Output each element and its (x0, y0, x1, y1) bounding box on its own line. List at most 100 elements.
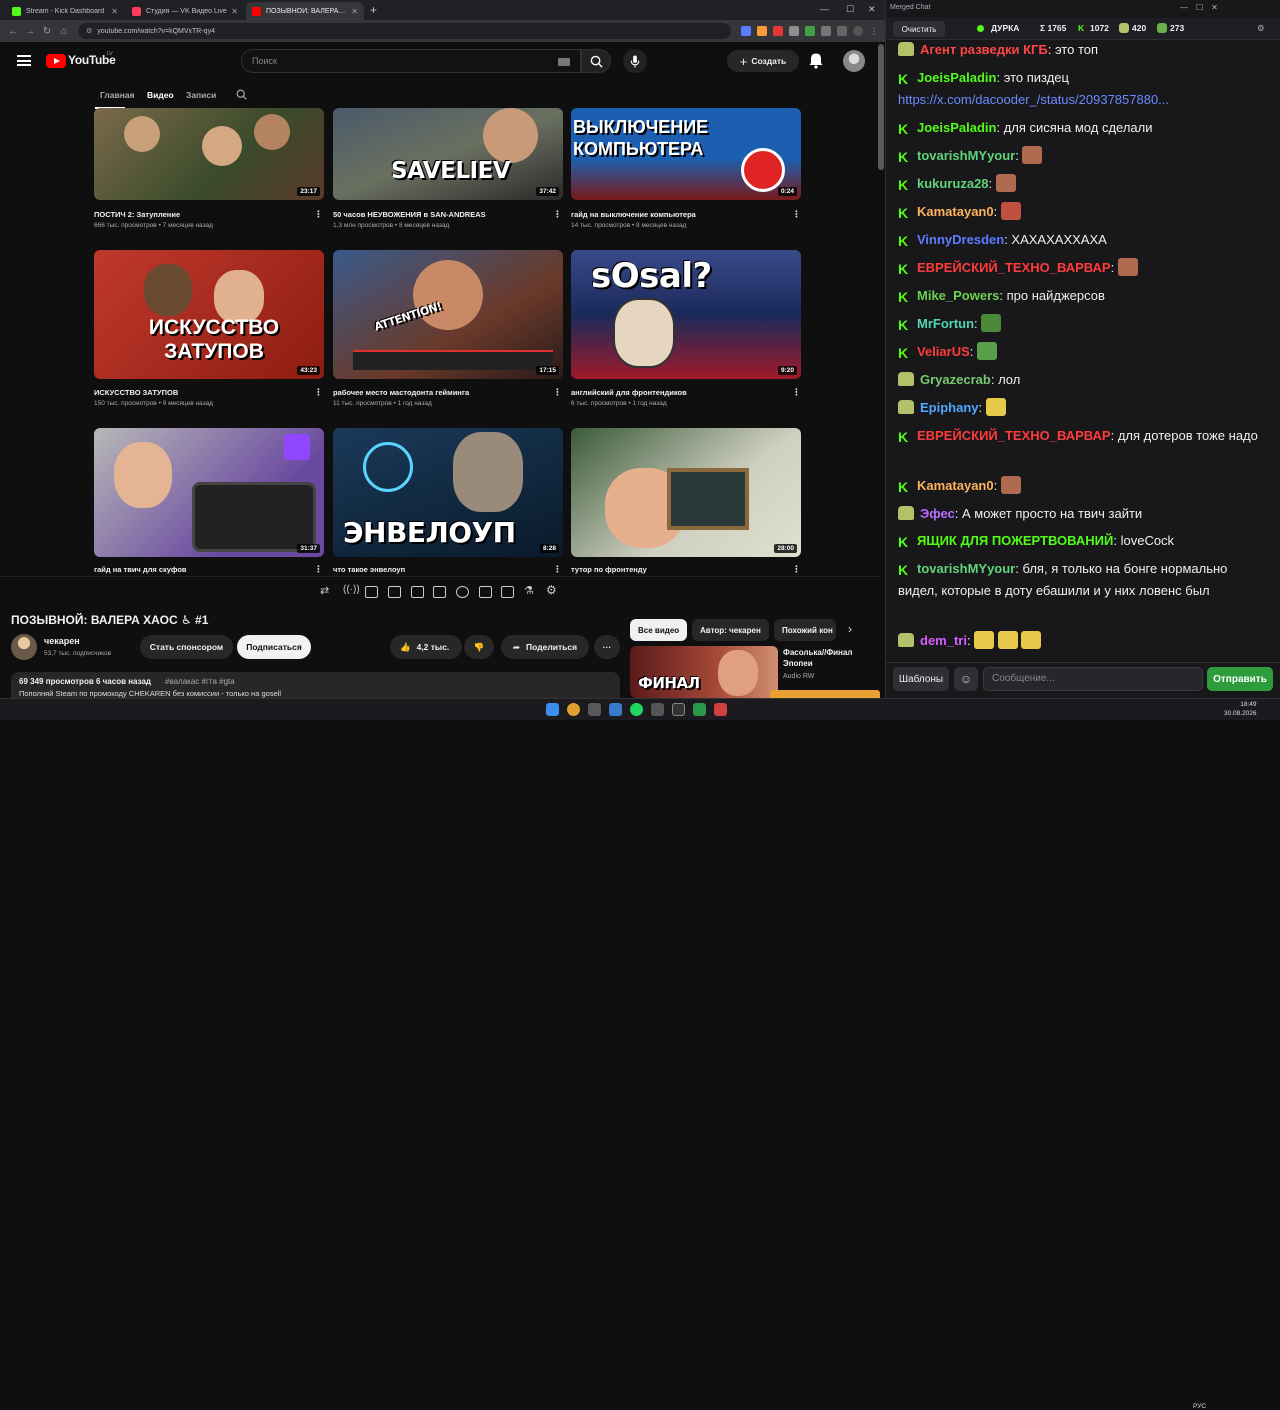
tab-videos[interactable]: Видео (147, 90, 174, 100)
search-input[interactable]: Поиск (241, 49, 581, 73)
video-thumbnail[interactable]: 23:17 (94, 108, 324, 200)
youtube-logo-icon[interactable] (46, 54, 66, 68)
cinema-icon[interactable] (365, 586, 378, 598)
video-options-icon[interactable]: ⋮ (792, 564, 801, 575)
close-window-icon[interactable]: ✕ (868, 4, 876, 15)
chat-username[interactable]: ЕВРЕЙСКИЙ_ТЕХНО_ВАРВАР (917, 260, 1111, 275)
speed-icon[interactable] (456, 586, 469, 598)
search-button[interactable] (581, 49, 611, 73)
chat-username[interactable]: Mike_Powers (917, 288, 999, 303)
clip-icon[interactable] (388, 586, 401, 598)
explorer-icon[interactable] (588, 703, 601, 716)
chat-username[interactable]: tovarishMYyour (917, 561, 1015, 576)
chat-username[interactable]: Kamatayan0 (917, 204, 994, 219)
browser-tab-kick[interactable]: Stream - Kick Dashboard ✕ (6, 2, 124, 20)
close-tab-icon[interactable]: ✕ (111, 7, 118, 16)
create-button[interactable]: + Создать (727, 50, 799, 72)
video-options-icon[interactable]: ⋮ (314, 564, 323, 575)
extension-icon[interactable] (789, 26, 799, 36)
chat-username[interactable]: Агент разведки КГБ (920, 42, 1048, 57)
extension-icon[interactable] (757, 26, 767, 36)
menu-icon[interactable]: ⋮ (869, 26, 879, 36)
profile-icon[interactable] (853, 26, 863, 36)
sponsor-button[interactable]: Стать спонсором (140, 635, 233, 659)
home-icon[interactable]: ⌂ (57, 26, 71, 37)
video-options-icon[interactable]: ⋮ (553, 387, 562, 398)
video-title[interactable]: ПОСТИЧ 2: Затупление (94, 210, 180, 219)
chat-link[interactable]: https://x.com/dacooder_/status/209378578… (898, 92, 1169, 107)
chat-username[interactable]: JoeisPaladin (917, 70, 996, 85)
chat-username[interactable]: Gryazecrab (920, 372, 991, 387)
chat-username[interactable]: ЯЩИК ДЛЯ ПОЖЕРТВОВАНИЙ (917, 533, 1113, 548)
downloads-icon[interactable] (837, 26, 847, 36)
video-title[interactable]: английский для фронтендиков (571, 388, 687, 397)
clear-chat-button[interactable]: Очистить (893, 21, 945, 37)
close-tab-icon[interactable]: ✕ (351, 7, 358, 16)
maximize-icon[interactable]: ☐ (846, 4, 854, 15)
keyboard-icon[interactable] (558, 58, 570, 66)
video-title[interactable]: рабочее место мастодонта гейминга (333, 388, 469, 397)
new-tab-button[interactable]: + (370, 3, 377, 17)
account-avatar[interactable] (843, 50, 865, 72)
related-video-thumbnail[interactable]: ФИНАЛ (630, 646, 778, 698)
chat-username[interactable]: VeliarUS (917, 344, 970, 359)
video-thumbnail[interactable]: 31:37 (94, 428, 324, 557)
broadcast-icon[interactable]: ((·)) (343, 584, 360, 596)
app-icon[interactable] (714, 703, 727, 716)
chat-username[interactable]: JoeisPaladin (917, 120, 996, 135)
settings-gear-icon[interactable]: ⚙ (546, 583, 559, 597)
video-thumbnail[interactable]: sOsal? 9:20 (571, 250, 801, 379)
address-bar[interactable]: ⚙ youtube.com/watch?v=kQMVxTR-qy4 (78, 23, 731, 39)
page-scrollbar[interactable] (878, 44, 884, 170)
filter-by-author[interactable]: Автор: чекарен (692, 619, 769, 641)
channel-search-icon[interactable] (236, 89, 247, 100)
video-thumbnail[interactable]: ЭНВЕЛОУП 8:28 (333, 428, 563, 557)
emoji-picker-icon[interactable]: ☺ (954, 667, 978, 691)
hashtags[interactable]: #валакас #гта #gta (165, 677, 235, 686)
chat-username[interactable]: tovarishMYyour (917, 148, 1015, 163)
chat-username[interactable]: Эфес (920, 506, 955, 521)
spotify-icon[interactable] (630, 703, 643, 716)
chat-username[interactable]: ЕВРЕЙСКИЙ_ТЕХНО_ВАРВАР (917, 428, 1111, 443)
video-thumbnail[interactable]: ВЫКЛЮЧЕНИЕ КОМПЬЮТЕРА 0:24 (571, 108, 801, 200)
chat-username[interactable]: MrFortun (917, 316, 974, 331)
video-thumbnail[interactable]: ИСКУССТВО ЗАТУПОВ 43:23 (94, 250, 324, 379)
video-title[interactable]: ИСКУССТВО ЗАТУПОВ (94, 388, 178, 397)
video-options-icon[interactable]: ⋮ (792, 209, 801, 220)
video-options-icon[interactable]: ⋮ (553, 209, 562, 220)
templates-button[interactable]: Шаблоны (893, 667, 949, 691)
channel-avatar[interactable] (11, 634, 37, 660)
extensions-puzzle-icon[interactable] (821, 26, 831, 36)
hamburger-menu-icon[interactable] (17, 55, 31, 66)
like-button[interactable]: 👍 4,2 тыс. (390, 635, 462, 659)
video-options-icon[interactable]: ⋮ (314, 209, 323, 220)
dislike-button[interactable]: 👎 (464, 635, 494, 659)
back-icon[interactable]: ← (6, 26, 20, 37)
send-button[interactable]: Отправить (1207, 667, 1273, 691)
browser-tab-youtube[interactable]: ПОЗЫВНОЙ: ВАЛЕРА ХАОС ✕ (246, 2, 364, 20)
start-icon[interactable] (546, 703, 559, 716)
close-tab-icon[interactable]: ✕ (231, 7, 238, 16)
chat-username[interactable]: dem_tri (920, 633, 967, 648)
video-thumbnail[interactable]: 28:00 (571, 428, 801, 557)
chat-settings-gear-icon[interactable]: ⚙ (1257, 23, 1265, 34)
chat-message-input[interactable]: Сообщение... (983, 667, 1203, 691)
share-button[interactable]: ➦ Поделиться (501, 635, 589, 659)
chevron-right-icon[interactable]: › (848, 622, 852, 636)
video-title[interactable]: тутор по фронтенду (571, 565, 647, 574)
chat-username[interactable]: Kamatayan0 (917, 478, 994, 493)
filter-all-videos[interactable]: Все видео (630, 619, 688, 641)
video-options-icon[interactable]: ⋮ (792, 387, 801, 398)
related-video-title[interactable]: Фасолька//Финал Эпопеи (783, 647, 863, 669)
video-title[interactable]: гайд на твич для скуфов (94, 565, 187, 574)
tab-posts[interactable]: Записи (186, 90, 216, 100)
miniplayer-icon[interactable] (433, 586, 446, 598)
extension-icon[interactable] (741, 26, 751, 36)
steam-icon[interactable] (609, 703, 622, 716)
loop-icon[interactable]: ⇄ (320, 584, 333, 597)
channel-name[interactable]: чекарен (44, 636, 80, 646)
chat-username[interactable]: Epiphany (920, 400, 979, 415)
video-options-icon[interactable]: ⋮ (553, 564, 562, 575)
voice-search-button[interactable] (623, 49, 647, 73)
site-info-icon[interactable]: ⚙ (86, 27, 92, 35)
